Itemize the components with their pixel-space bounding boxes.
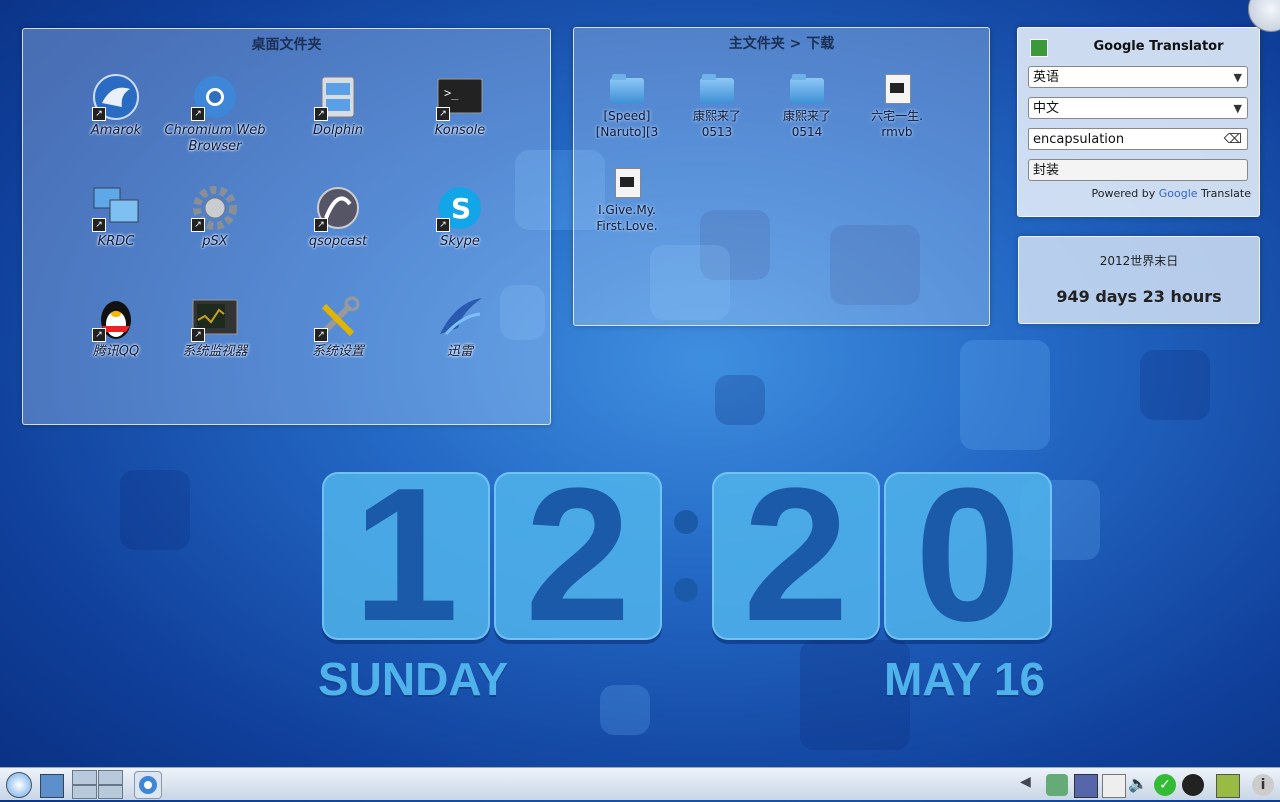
clock-hour-tens: 1: [353, 449, 459, 661]
desktop-icon-krdc[interactable]: ↗ KRDC: [61, 184, 171, 250]
clock-minute-tens: 2: [743, 449, 849, 661]
qq-icon[interactable]: [1182, 774, 1204, 796]
krdc-icon: ↗: [92, 184, 140, 232]
file-item[interactable]: 康熙来了 0513: [672, 74, 762, 140]
file-item[interactable]: [Speed] [Naruto][3: [582, 74, 672, 140]
chevron-down-icon: ▼: [1233, 71, 1242, 84]
desktop-icon-qsopcast[interactable]: ↗ qsopcast: [283, 184, 393, 250]
translator-logo-icon: [1030, 39, 1048, 57]
xunlei-icon: [436, 294, 484, 342]
clock-hour-ones: 2: [525, 449, 631, 661]
desktop-icon-qq[interactable]: ↗ 腾讯QQ: [61, 294, 171, 360]
desktop-icon-xunlei[interactable]: 迅雷: [405, 294, 515, 360]
pager-icon[interactable]: [72, 770, 123, 799]
file-item[interactable]: I.Give.My. First.Love.: [582, 168, 672, 234]
dolphin-icon: ↗: [314, 73, 362, 121]
desktop-icon-psx[interactable]: ↗ pSX: [160, 184, 270, 250]
panel-title: 主文件夹 > 下载: [728, 36, 835, 52]
desktop-icon-system-monitor[interactable]: ↗ 系统监视器: [160, 294, 270, 360]
clear-text-icon[interactable]: ⌫: [1224, 129, 1242, 151]
file-item[interactable]: 康熙来了 0514: [762, 74, 852, 140]
translator-title: Google Translator: [1093, 39, 1224, 54]
svg-text:S: S: [451, 192, 471, 225]
system-monitor-icon: ↗: [191, 294, 239, 342]
clock-colon-icon: [674, 578, 698, 602]
source-language-select[interactable]: 英语 ▼: [1028, 66, 1248, 88]
clock-day: SUNDAY: [318, 653, 509, 705]
qq-penguin-icon: ↗: [92, 294, 140, 342]
desktop-icon-amarok[interactable]: ↗ Amarok: [61, 73, 171, 139]
chromium-icon: ↗: [191, 73, 239, 121]
target-language-select[interactable]: 中文 ▼: [1028, 97, 1248, 119]
desktop-folder-panel[interactable]: 桌面文件夹 ↗ Amarok ↗ Chromium Web Browser ↗ …: [22, 28, 551, 425]
notes-icon[interactable]: [1216, 774, 1240, 798]
clock-colon-icon: [674, 510, 698, 534]
downloads-folder-panel[interactable]: 主文件夹 > 下载 [Speed] [Naruto][3 康熙来了 0513 康…: [573, 27, 990, 326]
folder-icon: [610, 74, 644, 104]
display-icon[interactable]: [1074, 774, 1098, 798]
countdown-widget: 2012世界末日 949 days 23 hours: [1018, 236, 1260, 324]
system-settings-icon: ↗: [314, 294, 362, 342]
kickoff-menu-icon[interactable]: [6, 772, 32, 798]
desktop-icon-konsole[interactable]: >_ ↗ Konsole: [405, 73, 515, 139]
clipboard-icon[interactable]: [1102, 774, 1126, 798]
psx-gear-icon: ↗: [191, 184, 239, 232]
powered-by-google[interactable]: Powered by Google Translate: [1091, 187, 1251, 200]
desktop-icon-dolphin[interactable]: ↗ Dolphin: [283, 73, 393, 139]
google-translator-widget: Google Translator 英语 ▼ 中文 ▼ encapsulation …: [1017, 27, 1260, 217]
desktop-icon-system-settings[interactable]: ↗ 系统设置: [283, 294, 393, 360]
file-item[interactable]: 六宅一生. rmvb: [852, 74, 942, 140]
taskbar: ◀ 🔈 ✓ i: [0, 767, 1280, 800]
network-icon[interactable]: [1046, 774, 1068, 796]
chromium-icon[interactable]: [134, 771, 162, 799]
folder-icon: [700, 74, 734, 104]
chevron-down-icon: ▼: [1233, 102, 1242, 115]
desktop-icon-skype[interactable]: S ↗ Skype: [405, 184, 515, 250]
show-desktop-icon[interactable]: [40, 774, 64, 798]
konsole-icon: >_ ↗: [436, 73, 484, 121]
qsopcast-icon: ↗: [314, 184, 362, 232]
svg-text:>_: >_: [444, 86, 459, 100]
arrow-left-icon[interactable]: ◀: [1020, 774, 1042, 796]
clock-minute-ones: 0: [915, 449, 1021, 661]
amarok-icon: ↗: [92, 73, 140, 121]
folder-icon: [790, 74, 824, 104]
check-icon[interactable]: ✓: [1154, 774, 1176, 796]
countdown-value: 949 days 23 hours: [1056, 287, 1222, 306]
countdown-title: 2012世界末日: [1099, 254, 1179, 268]
skype-icon: S ↗: [436, 184, 484, 232]
desktop-icon-chromium[interactable]: ↗ Chromium Web Browser: [160, 73, 270, 155]
video-file-icon: [610, 168, 644, 198]
info-icon[interactable]: i: [1252, 774, 1274, 796]
video-file-icon: [880, 74, 914, 104]
translation-output: 封装: [1028, 159, 1248, 181]
translate-input[interactable]: encapsulation ⌫: [1028, 128, 1248, 150]
volume-icon[interactable]: 🔈: [1128, 774, 1150, 796]
panel-title: 桌面文件夹: [251, 37, 322, 53]
clock-date: MAY 16: [884, 653, 1046, 705]
